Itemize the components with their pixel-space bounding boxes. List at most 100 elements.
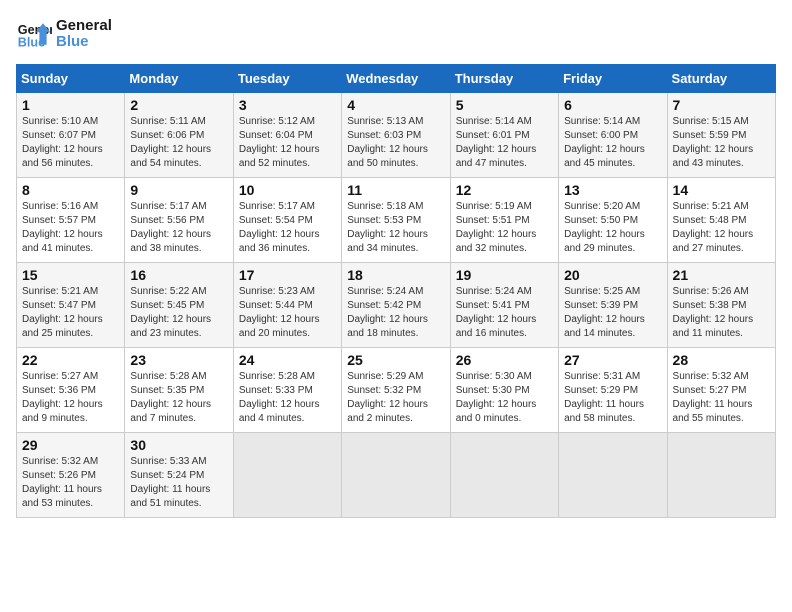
day-number: 29	[22, 437, 119, 453]
calendar-week-2: 8 Sunrise: 5:16 AMSunset: 5:57 PMDayligh…	[17, 178, 776, 263]
calendar-cell: 11 Sunrise: 5:18 AMSunset: 5:53 PMDaylig…	[342, 178, 450, 263]
cell-info: Sunrise: 5:32 AMSunset: 5:26 PMDaylight:…	[22, 456, 102, 509]
calendar-cell: 12 Sunrise: 5:19 AMSunset: 5:51 PMDaylig…	[450, 178, 558, 263]
logo-icon: General Blue	[16, 16, 52, 52]
calendar-cell: 10 Sunrise: 5:17 AMSunset: 5:54 PMDaylig…	[233, 178, 341, 263]
calendar-cell: 30 Sunrise: 5:33 AMSunset: 5:24 PMDaylig…	[125, 433, 233, 518]
day-number: 17	[239, 267, 336, 283]
calendar-week-1: 1 Sunrise: 5:10 AMSunset: 6:07 PMDayligh…	[17, 93, 776, 178]
calendar-cell: 6 Sunrise: 5:14 AMSunset: 6:00 PMDayligh…	[559, 93, 667, 178]
calendar-cell: 9 Sunrise: 5:17 AMSunset: 5:56 PMDayligh…	[125, 178, 233, 263]
day-number: 27	[564, 352, 661, 368]
day-number: 7	[673, 97, 770, 113]
weekday-sunday: Sunday	[17, 65, 125, 93]
day-number: 19	[456, 267, 553, 283]
weekday-friday: Friday	[559, 65, 667, 93]
calendar-cell: 2 Sunrise: 5:11 AMSunset: 6:06 PMDayligh…	[125, 93, 233, 178]
day-number: 18	[347, 267, 444, 283]
weekday-monday: Monday	[125, 65, 233, 93]
day-number: 11	[347, 182, 444, 198]
cell-info: Sunrise: 5:19 AMSunset: 5:51 PMDaylight:…	[456, 201, 537, 254]
calendar-cell: 23 Sunrise: 5:28 AMSunset: 5:35 PMDaylig…	[125, 348, 233, 433]
calendar-cell: 1 Sunrise: 5:10 AMSunset: 6:07 PMDayligh…	[17, 93, 125, 178]
cell-info: Sunrise: 5:21 AMSunset: 5:47 PMDaylight:…	[22, 286, 103, 339]
calendar-cell: 19 Sunrise: 5:24 AMSunset: 5:41 PMDaylig…	[450, 263, 558, 348]
cell-info: Sunrise: 5:26 AMSunset: 5:38 PMDaylight:…	[673, 286, 754, 339]
calendar-week-4: 22 Sunrise: 5:27 AMSunset: 5:36 PMDaylig…	[17, 348, 776, 433]
calendar-cell	[559, 433, 667, 518]
weekday-tuesday: Tuesday	[233, 65, 341, 93]
cell-info: Sunrise: 5:25 AMSunset: 5:39 PMDaylight:…	[564, 286, 645, 339]
calendar-table: SundayMondayTuesdayWednesdayThursdayFrid…	[16, 64, 776, 518]
calendar-cell: 7 Sunrise: 5:15 AMSunset: 5:59 PMDayligh…	[667, 93, 775, 178]
calendar-cell: 15 Sunrise: 5:21 AMSunset: 5:47 PMDaylig…	[17, 263, 125, 348]
cell-info: Sunrise: 5:13 AMSunset: 6:03 PMDaylight:…	[347, 116, 428, 169]
day-number: 2	[130, 97, 227, 113]
cell-info: Sunrise: 5:18 AMSunset: 5:53 PMDaylight:…	[347, 201, 428, 254]
cell-info: Sunrise: 5:14 AMSunset: 6:01 PMDaylight:…	[456, 116, 537, 169]
day-number: 4	[347, 97, 444, 113]
cell-info: Sunrise: 5:10 AMSunset: 6:07 PMDaylight:…	[22, 116, 103, 169]
calendar-week-5: 29 Sunrise: 5:32 AMSunset: 5:26 PMDaylig…	[17, 433, 776, 518]
calendar-cell: 3 Sunrise: 5:12 AMSunset: 6:04 PMDayligh…	[233, 93, 341, 178]
calendar-cell: 13 Sunrise: 5:20 AMSunset: 5:50 PMDaylig…	[559, 178, 667, 263]
calendar-cell: 17 Sunrise: 5:23 AMSunset: 5:44 PMDaylig…	[233, 263, 341, 348]
header: General Blue General Blue	[16, 16, 776, 52]
day-number: 6	[564, 97, 661, 113]
day-number: 22	[22, 352, 119, 368]
calendar-cell: 5 Sunrise: 5:14 AMSunset: 6:01 PMDayligh…	[450, 93, 558, 178]
calendar-cell: 29 Sunrise: 5:32 AMSunset: 5:26 PMDaylig…	[17, 433, 125, 518]
cell-info: Sunrise: 5:17 AMSunset: 5:56 PMDaylight:…	[130, 201, 211, 254]
logo-blue: Blue	[56, 34, 112, 51]
day-number: 28	[673, 352, 770, 368]
calendar-cell: 8 Sunrise: 5:16 AMSunset: 5:57 PMDayligh…	[17, 178, 125, 263]
calendar-cell: 4 Sunrise: 5:13 AMSunset: 6:03 PMDayligh…	[342, 93, 450, 178]
calendar-body: 1 Sunrise: 5:10 AMSunset: 6:07 PMDayligh…	[17, 93, 776, 518]
day-number: 26	[456, 352, 553, 368]
cell-info: Sunrise: 5:15 AMSunset: 5:59 PMDaylight:…	[673, 116, 754, 169]
calendar-cell: 28 Sunrise: 5:32 AMSunset: 5:27 PMDaylig…	[667, 348, 775, 433]
cell-info: Sunrise: 5:28 AMSunset: 5:33 PMDaylight:…	[239, 371, 320, 424]
day-number: 3	[239, 97, 336, 113]
cell-info: Sunrise: 5:30 AMSunset: 5:30 PMDaylight:…	[456, 371, 537, 424]
cell-info: Sunrise: 5:27 AMSunset: 5:36 PMDaylight:…	[22, 371, 103, 424]
day-number: 25	[347, 352, 444, 368]
cell-info: Sunrise: 5:16 AMSunset: 5:57 PMDaylight:…	[22, 201, 103, 254]
cell-info: Sunrise: 5:14 AMSunset: 6:00 PMDaylight:…	[564, 116, 645, 169]
cell-info: Sunrise: 5:24 AMSunset: 5:42 PMDaylight:…	[347, 286, 428, 339]
cell-info: Sunrise: 5:20 AMSunset: 5:50 PMDaylight:…	[564, 201, 645, 254]
day-number: 14	[673, 182, 770, 198]
day-number: 16	[130, 267, 227, 283]
calendar-cell: 18 Sunrise: 5:24 AMSunset: 5:42 PMDaylig…	[342, 263, 450, 348]
calendar-cell: 14 Sunrise: 5:21 AMSunset: 5:48 PMDaylig…	[667, 178, 775, 263]
cell-info: Sunrise: 5:17 AMSunset: 5:54 PMDaylight:…	[239, 201, 320, 254]
day-number: 10	[239, 182, 336, 198]
weekday-header-row: SundayMondayTuesdayWednesdayThursdayFrid…	[17, 65, 776, 93]
calendar-cell	[667, 433, 775, 518]
calendar-week-3: 15 Sunrise: 5:21 AMSunset: 5:47 PMDaylig…	[17, 263, 776, 348]
cell-info: Sunrise: 5:23 AMSunset: 5:44 PMDaylight:…	[239, 286, 320, 339]
calendar-cell: 27 Sunrise: 5:31 AMSunset: 5:29 PMDaylig…	[559, 348, 667, 433]
calendar-cell: 16 Sunrise: 5:22 AMSunset: 5:45 PMDaylig…	[125, 263, 233, 348]
calendar-cell: 24 Sunrise: 5:28 AMSunset: 5:33 PMDaylig…	[233, 348, 341, 433]
day-number: 9	[130, 182, 227, 198]
cell-info: Sunrise: 5:22 AMSunset: 5:45 PMDaylight:…	[130, 286, 211, 339]
cell-info: Sunrise: 5:31 AMSunset: 5:29 PMDaylight:…	[564, 371, 644, 424]
cell-info: Sunrise: 5:24 AMSunset: 5:41 PMDaylight:…	[456, 286, 537, 339]
day-number: 15	[22, 267, 119, 283]
cell-info: Sunrise: 5:29 AMSunset: 5:32 PMDaylight:…	[347, 371, 428, 424]
calendar-cell: 21 Sunrise: 5:26 AMSunset: 5:38 PMDaylig…	[667, 263, 775, 348]
day-number: 8	[22, 182, 119, 198]
day-number: 24	[239, 352, 336, 368]
calendar-cell	[342, 433, 450, 518]
cell-info: Sunrise: 5:21 AMSunset: 5:48 PMDaylight:…	[673, 201, 754, 254]
cell-info: Sunrise: 5:11 AMSunset: 6:06 PMDaylight:…	[130, 116, 211, 169]
day-number: 1	[22, 97, 119, 113]
calendar-cell: 26 Sunrise: 5:30 AMSunset: 5:30 PMDaylig…	[450, 348, 558, 433]
day-number: 30	[130, 437, 227, 453]
weekday-thursday: Thursday	[450, 65, 558, 93]
cell-info: Sunrise: 5:33 AMSunset: 5:24 PMDaylight:…	[130, 456, 210, 509]
day-number: 21	[673, 267, 770, 283]
weekday-saturday: Saturday	[667, 65, 775, 93]
logo: General Blue General Blue	[16, 16, 112, 52]
